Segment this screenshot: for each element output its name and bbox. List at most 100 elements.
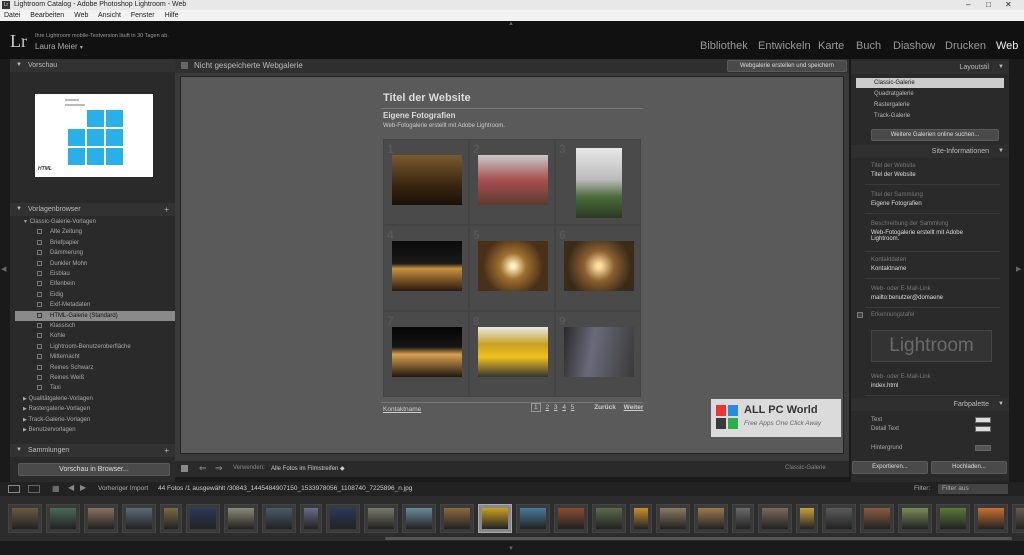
menu-web[interactable]: Web (74, 12, 88, 19)
view-1-icon[interactable] (8, 485, 20, 493)
filmstrip-thumbnail[interactable] (694, 504, 728, 533)
filmstrip-thumbnail[interactable] (758, 504, 792, 533)
back-arrow-icon[interactable]: ⇐ (199, 463, 207, 474)
template-item[interactable]: Klassisch (15, 321, 176, 331)
module-karte[interactable]: Karte (818, 40, 844, 52)
identity-plate-checkbox[interactable] (857, 312, 863, 318)
filmstrip-thumbnail[interactable] (974, 504, 1008, 533)
filmstrip-thumbnail[interactable] (160, 504, 182, 533)
template-item-selected[interactable]: HTML-Galerie (Standard) (15, 310, 176, 321)
layout-square[interactable]: Quadratgalerie (856, 89, 1004, 99)
menu-datei[interactable]: Datei (4, 12, 20, 19)
grid-cell[interactable]: 2 (469, 139, 555, 225)
template-item[interactable]: Mitternacht (15, 352, 176, 362)
folder-classic[interactable]: ▼ Classic-Galerie-Vorlagen (15, 217, 176, 227)
contact-link[interactable]: Kontaktname (383, 406, 421, 413)
grid-cell[interactable]: 9 (555, 311, 641, 397)
filter-dropdown[interactable]: Filter aus (938, 484, 1008, 494)
layout-grid[interactable]: Rastergalerie (856, 100, 1004, 110)
filmstrip-thumbnail[interactable] (936, 504, 970, 533)
template-browser-header[interactable]: ▼ Vorlagenbrowser + (10, 203, 175, 216)
filmstrip-thumbnail[interactable] (898, 504, 932, 533)
right-panel-toggle-icon[interactable]: ▶ (1016, 265, 1021, 273)
filmstrip-thumbnail[interactable] (300, 504, 322, 533)
site-info-header[interactable]: Site-Informationen ▼ (851, 145, 1009, 158)
left-panel-toggle-icon[interactable]: ◀ (1, 265, 6, 273)
upload-button[interactable]: Hochladen... (931, 461, 1007, 474)
filmstrip-thumbnail[interactable] (46, 504, 80, 533)
template-item[interactable]: Eisblau (15, 269, 176, 279)
page-5[interactable]: 5 (571, 404, 575, 411)
template-item[interactable]: Exif-Metadaten (15, 300, 176, 310)
filmstrip-thumbnail[interactable] (440, 504, 474, 533)
more-galleries-button[interactable]: Weitere Galerien online suchen... (871, 129, 999, 141)
folder-grid[interactable]: ▶ Rastergalerie-Vorlagen (15, 404, 176, 414)
module-drucken[interactable]: Drucken (945, 40, 986, 52)
filmstrip-thumbnail[interactable] (122, 504, 156, 533)
template-item[interactable]: Reines Schwarz (15, 363, 176, 373)
filmstrip-thumbnail[interactable] (554, 504, 588, 533)
source-label[interactable]: Vorheriger Import (98, 485, 148, 492)
grid-cell[interactable]: 3 (555, 139, 641, 225)
close-icon[interactable]: ✕ (1005, 0, 1012, 10)
color-bg-swatch[interactable] (975, 445, 991, 451)
field-email-link[interactable]: mailto:benutzer@domaene (871, 295, 943, 301)
layout-track[interactable]: Track-Galerie (856, 111, 1004, 121)
filmstrip-thumbnail[interactable] (478, 504, 512, 533)
module-bibliothek[interactable]: Bibliothek (700, 40, 748, 52)
filmstrip-thumbnail[interactable] (796, 504, 818, 533)
grid-cell[interactable]: 1 (383, 139, 469, 225)
filmstrip-thumbnail[interactable] (732, 504, 754, 533)
create-save-gallery-button[interactable]: Webgalerie erstellen und speichern (727, 60, 847, 72)
top-panel-toggle-icon[interactable]: ▲ (508, 21, 514, 27)
module-diashow[interactable]: Diashow (893, 40, 935, 52)
filmstrip-thumbnail[interactable] (326, 504, 360, 533)
export-button[interactable]: Exportieren... (852, 461, 928, 474)
template-item[interactable]: Lightroom-Benutzeroberfläche (15, 342, 176, 352)
filmstrip-thumbnail[interactable] (402, 504, 436, 533)
user-name[interactable]: Laura Meier ▾ (35, 42, 83, 51)
menu-hilfe[interactable]: Hilfe (165, 12, 179, 19)
filmstrip-scrollbar[interactable] (385, 537, 1012, 540)
filmstrip-thumbnail[interactable] (860, 504, 894, 533)
color-detail-swatch[interactable] (975, 426, 991, 432)
grid-cell[interactable]: 5 (469, 225, 555, 311)
template-item[interactable]: Reines Weiß (15, 373, 176, 383)
preview-in-browser-button[interactable]: Vorschau in Browser... (18, 463, 170, 476)
filmstrip-thumbnail[interactable] (592, 504, 626, 533)
filmstrip-thumbnail[interactable] (224, 504, 258, 533)
template-item[interactable]: Dämmerung (15, 248, 176, 258)
page-1[interactable]: 1 (531, 403, 541, 412)
filmstrip-thumbnail[interactable] (262, 504, 296, 533)
view-2-icon[interactable] (28, 485, 40, 493)
field-site-title[interactable]: Titel der Website (871, 172, 916, 178)
field-collection-title[interactable]: Eigene Fotografien (871, 201, 922, 207)
grid-view-icon[interactable]: ▦ (52, 484, 60, 493)
template-item[interactable]: Eidig (15, 290, 176, 300)
back-link[interactable]: Zurück (594, 404, 616, 411)
next-link[interactable]: Weiter (624, 404, 644, 411)
menu-bearbeiten[interactable]: Bearbeiten (30, 12, 64, 19)
preview-panel-header[interactable]: ▼ Vorschau (10, 59, 175, 72)
filmstrip-thumbnail[interactable] (364, 504, 398, 533)
folder-track[interactable]: ▶ Track-Galerie-Vorlagen (15, 415, 176, 425)
grid-cell[interactable]: 6 (555, 225, 641, 311)
template-item[interactable]: Dunkler Mohn (15, 259, 176, 269)
identity-plate[interactable]: Lightroom (871, 330, 992, 362)
back-icon[interactable]: ◀ (68, 483, 74, 492)
folder-user[interactable]: ▶ Benutzervorlagen (15, 425, 176, 435)
grid-cell[interactable]: 4 (383, 225, 469, 311)
field-collection-description[interactable]: Web-Fotogalerie erstellt mit Adobe Light… (871, 230, 991, 242)
page-2[interactable]: 2 (545, 404, 549, 411)
filmstrip-thumbnail[interactable] (822, 504, 856, 533)
template-item[interactable]: Alte Zeitung (15, 227, 176, 237)
menu-fenster[interactable]: Fenster (131, 12, 155, 19)
grid-cell[interactable]: 8 (469, 311, 555, 397)
template-item[interactable]: Taxi (15, 383, 176, 393)
maximize-icon[interactable]: □ (986, 0, 991, 10)
template-item[interactable]: Elfenbein (15, 279, 176, 289)
filmstrip-thumbnail[interactable] (186, 504, 220, 533)
use-dropdown[interactable]: Alle Fotos im Filmstreifen ◆ (271, 465, 345, 472)
menu-ansicht[interactable]: Ansicht (98, 12, 121, 19)
filmstrip-thumbnail[interactable] (630, 504, 652, 533)
